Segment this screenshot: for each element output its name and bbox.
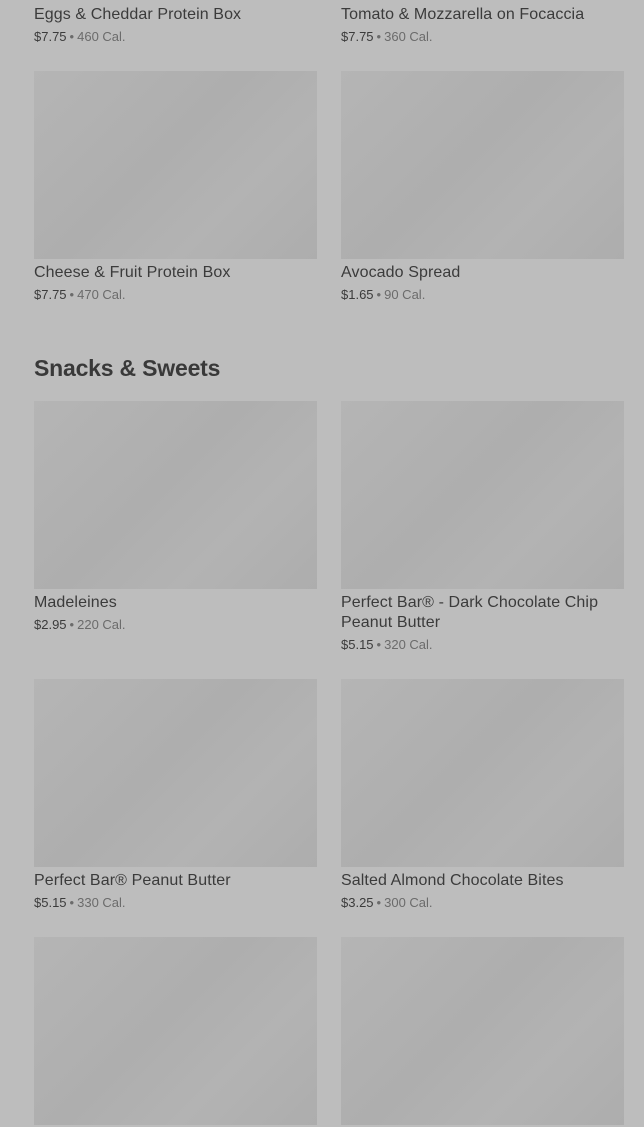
product-price: $1.65 — [341, 287, 374, 302]
menu-page: Eggs & Cheddar Protein Box $7.75 • 460 Cal… — [0, 0, 644, 1127]
product-meta: $7.75 • 360 Cal. — [341, 29, 624, 45]
product-meta: $7.75 • 460 Cal. — [34, 29, 317, 45]
product-price: $7.75 — [341, 29, 374, 44]
product-name[interactable]: Perfect Bar® Peanut Butter — [34, 871, 317, 891]
product-calories: 220 Cal. — [77, 617, 126, 632]
product-name[interactable]: Eggs & Cheddar Protein Box — [34, 5, 317, 25]
product-image[interactable] — [34, 937, 317, 1125]
product-image[interactable] — [34, 679, 317, 867]
product-calories: 470 Cal. — [77, 287, 126, 302]
meta-separator: • — [69, 895, 75, 910]
product-calories: 90 Cal. — [384, 287, 426, 302]
product-name[interactable]: Cheese & Fruit Protein Box — [34, 263, 317, 283]
product-image[interactable] — [34, 401, 317, 589]
product-calories: 460 Cal. — [77, 29, 126, 44]
product-image[interactable] — [34, 71, 317, 259]
product-price: $2.95 — [34, 617, 67, 632]
product-price: $7.75 — [34, 287, 67, 302]
product-name[interactable]: Tomato & Mozzarella on Focaccia — [341, 5, 624, 25]
product-calories: 360 Cal. — [384, 29, 433, 44]
meta-separator: • — [69, 287, 75, 302]
product-meta: $5.15 • 330 Cal. — [34, 895, 317, 911]
product-name[interactable]: Salted Almond Chocolate Bites — [341, 871, 624, 891]
product-calories: 330 Cal. — [77, 895, 126, 910]
meta-separator: • — [69, 617, 75, 632]
meta-separator: • — [376, 29, 382, 44]
product-meta: $3.25 • 300 Cal. — [341, 895, 624, 911]
product-meta: $1.65 • 90 Cal. — [341, 287, 624, 303]
product-price: $5.15 — [341, 637, 374, 652]
product-image[interactable] — [341, 679, 624, 867]
meta-separator: • — [376, 637, 382, 652]
product-image[interactable] — [341, 937, 624, 1125]
meta-separator: • — [376, 287, 382, 302]
meta-separator: • — [69, 29, 75, 44]
product-name[interactable]: Madeleines — [34, 593, 317, 613]
product-image[interactable] — [341, 401, 624, 589]
product-meta: $7.75 • 470 Cal. — [34, 287, 317, 303]
product-price: $3.25 — [341, 895, 374, 910]
product-calories: 300 Cal. — [384, 895, 433, 910]
product-name[interactable]: Perfect Bar® - Dark Chocolate Chip Peanu… — [341, 593, 624, 633]
product-meta: $2.95 • 220 Cal. — [34, 617, 317, 633]
product-price: $7.75 — [34, 29, 67, 44]
product-calories: 320 Cal. — [384, 637, 433, 652]
product-meta: $5.15 • 320 Cal. — [341, 637, 624, 653]
meta-separator: • — [376, 895, 382, 910]
section-title: Snacks & Sweets — [34, 355, 221, 381]
product-name[interactable]: Avocado Spread — [341, 263, 624, 283]
product-price: $5.15 — [34, 895, 67, 910]
product-image[interactable] — [341, 71, 624, 259]
